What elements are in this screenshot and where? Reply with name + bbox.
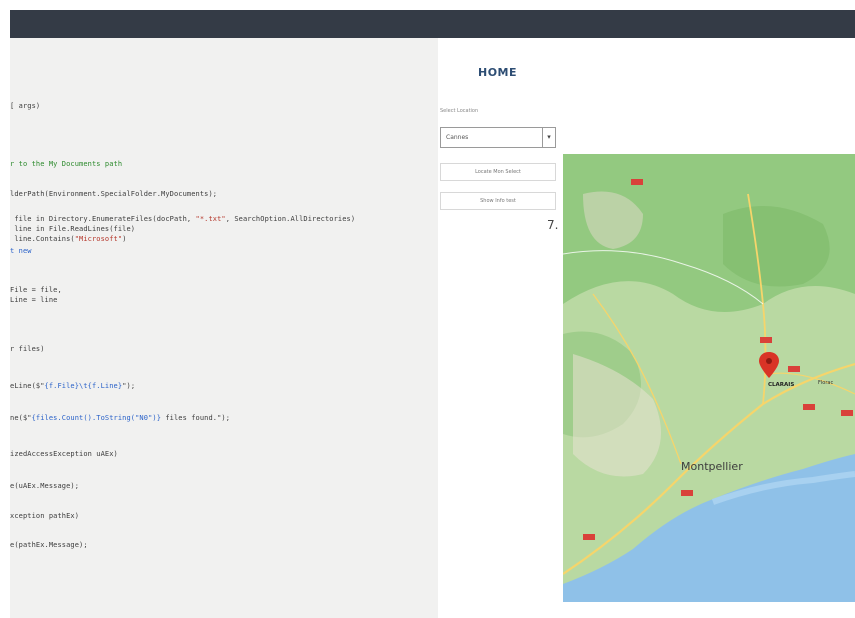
- map-road-shield: [841, 410, 853, 416]
- code-token: izedAccessException uAEx): [10, 450, 118, 458]
- map-road-shield: [631, 179, 643, 185]
- code-line: eLine($"{f.File}\t{f.Line}");: [10, 382, 135, 390]
- code-token: file in Directory.EnumerateFiles(docPath…: [10, 215, 196, 223]
- top-bar: [10, 10, 855, 38]
- code-token: Line = line: [10, 296, 58, 304]
- code-line: File = file,: [10, 286, 62, 294]
- map-label-marker: CLARAIS: [768, 382, 794, 388]
- code-token: [ args): [10, 102, 41, 110]
- code-line: ne($"{files.Count().ToString("N0")} file…: [10, 414, 230, 422]
- map-road-shield: [788, 366, 800, 372]
- location-select[interactable]: Cannes ▾: [440, 127, 556, 148]
- code-token: ne($": [10, 414, 32, 422]
- code-token: "Microsoft": [74, 235, 123, 243]
- code-token: ): [122, 235, 127, 243]
- code-editor: [ args) r to the My Documents path lderPat…: [10, 38, 438, 618]
- code-token: xception pathEx): [10, 512, 80, 520]
- code-token: ");: [122, 382, 136, 390]
- page-title: HOME: [478, 66, 518, 79]
- code-token: line in File.ReadLines(file): [10, 225, 136, 233]
- map-road-shield: [760, 337, 772, 343]
- locate-button[interactable]: Locate Mon Select: [440, 163, 556, 181]
- code-line: xception pathEx): [10, 512, 79, 520]
- code-token: File = file,: [10, 286, 62, 294]
- map-label-montpellier: Montpellier: [681, 460, 743, 473]
- step-number: 7.: [547, 218, 559, 232]
- map-road-shield: [681, 490, 693, 496]
- code-token: e(uAEx.Message);: [10, 482, 80, 490]
- location-select-value: Cannes: [446, 134, 469, 141]
- code-line: Line = line: [10, 296, 57, 304]
- map-road-shield: [583, 534, 595, 540]
- code-token: line.Contains(: [10, 235, 75, 243]
- code-token: r files): [10, 345, 45, 353]
- code-line: line.Contains("Microsoft"): [10, 235, 127, 243]
- code-token: lderPath(Environment.SpecialFolder.MyDoc…: [10, 190, 218, 198]
- code-token: , SearchOption.AllDirectories): [225, 215, 356, 223]
- code-token: files found.");: [161, 414, 231, 422]
- code-token: {f.File}\t{f.Line}: [44, 382, 123, 390]
- code-line: e(pathEx.Message);: [10, 541, 88, 549]
- code-line: [ args): [10, 102, 40, 110]
- map-view[interactable]: Montpellier CLARAIS Florac: [563, 154, 855, 602]
- chevron-down-icon[interactable]: ▾: [542, 128, 555, 147]
- code-line: line in File.ReadLines(file): [10, 225, 135, 233]
- show-info-button[interactable]: Show Info test: [440, 192, 556, 210]
- code-line: t new: [10, 247, 32, 255]
- code-token: eLine($": [10, 382, 45, 390]
- code-line: r to the My Documents path: [10, 160, 122, 168]
- code-line: r files): [10, 345, 45, 353]
- code-line: lderPath(Environment.SpecialFolder.MyDoc…: [10, 190, 217, 198]
- map-label-town: Florac: [818, 380, 833, 386]
- code-line: file in Directory.EnumerateFiles(docPath…: [10, 215, 355, 223]
- select-label: Select Location: [440, 108, 479, 114]
- code-line: izedAccessException uAEx): [10, 450, 118, 458]
- code-token: t new: [10, 247, 32, 255]
- code-token: r to the My Documents path: [10, 160, 123, 168]
- code-token: {files.Count().ToString("N0")}: [31, 414, 162, 422]
- code-line: e(uAEx.Message);: [10, 482, 79, 490]
- map-canvas[interactable]: Montpellier CLARAIS Florac: [563, 154, 855, 602]
- code-token: e(pathEx.Message);: [10, 541, 88, 549]
- map-road-shield: [803, 404, 815, 410]
- code-token: "*.txt": [195, 215, 226, 223]
